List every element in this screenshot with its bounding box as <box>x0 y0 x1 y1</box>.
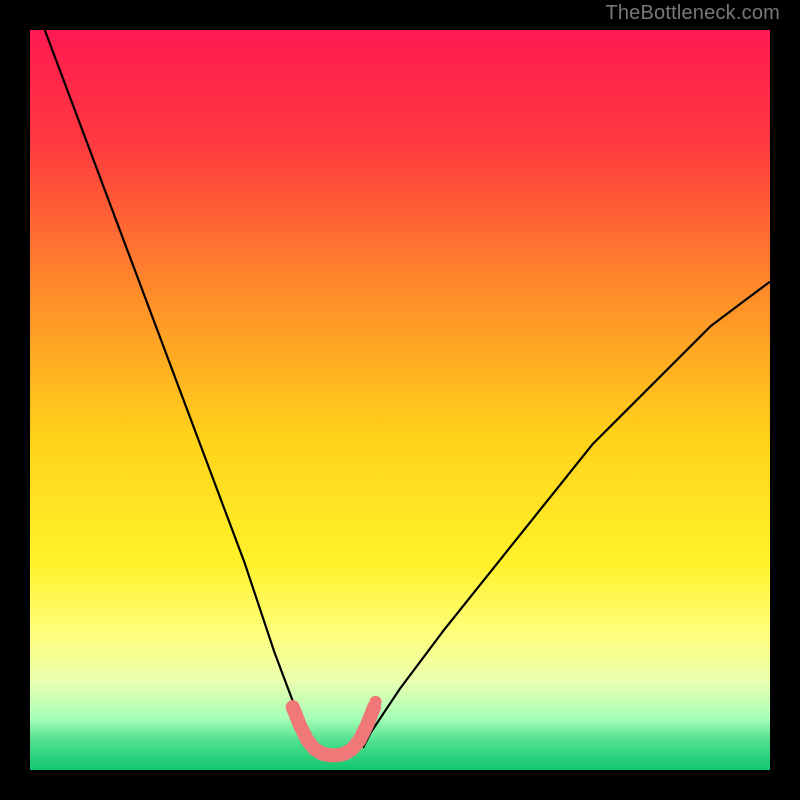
highlight-dot-upper <box>370 696 382 708</box>
series-highlight-segment <box>293 707 374 755</box>
series-left-branch <box>45 30 311 748</box>
chart-frame: TheBottleneck.com <box>0 0 800 800</box>
chart-curves <box>30 30 770 770</box>
watermark-label: TheBottleneck.com <box>605 2 780 25</box>
series-right-branch <box>363 282 770 748</box>
plot-area <box>30 30 770 770</box>
